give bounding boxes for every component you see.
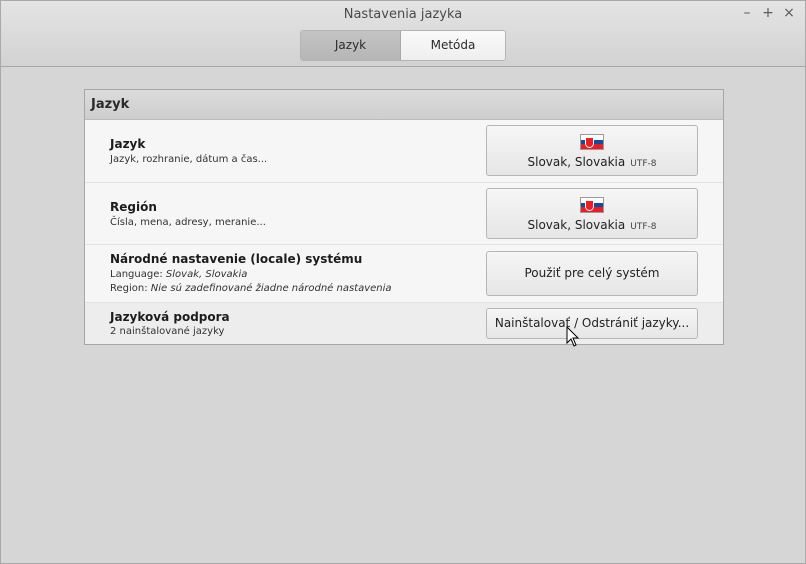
language-select-button[interactable]: Slovak, Slovakia UTF-8 — [486, 125, 698, 176]
region-encoding: UTF-8 — [630, 222, 657, 232]
system-locale-title: Národné nastavenie (locale) systému — [110, 252, 363, 266]
system-locale-region: Region: Nie sú zadefinované žiadne národ… — [110, 283, 392, 294]
minimize-icon[interactable]: – — [738, 4, 756, 22]
language-row-title: Jazyk — [110, 137, 146, 151]
mouse-cursor-icon — [566, 326, 580, 347]
language-panel: Jazyk Jazyk Jazyk, rozhranie, dátum a ča… — [84, 89, 724, 345]
region-select-label: Slovak, Slovakia — [527, 218, 626, 232]
region-prefix: Region: — [110, 283, 148, 294]
language-prefix: Language: — [110, 269, 163, 280]
language-support-subtitle: 2 nainštalované jazyky — [110, 326, 225, 337]
region-select-button[interactable]: Slovak, Slovakia UTF-8 — [486, 188, 698, 239]
region-value: Nie sú zadefinované žiadne národné nasta… — [150, 283, 392, 294]
language-value: Slovak, Slovakia — [165, 269, 248, 280]
region-row: Región Čísla, mena, adresy, meranie... S… — [85, 183, 723, 245]
language-support-row: Jazyková podpora 2 nainštalované jazyky … — [85, 303, 723, 344]
language-settings-window: Nastavenia jazyka – + × Jazyk Metóda vst… — [0, 0, 806, 564]
apply-system-wide-button[interactable]: Použiť pre celý systém — [486, 251, 698, 296]
language-encoding: UTF-8 — [630, 159, 657, 169]
window-title: Nastavenia jazyka — [343, 7, 463, 22]
language-support-title: Jazyková podpora — [110, 310, 230, 324]
close-icon[interactable]: × — [780, 4, 798, 22]
language-row: Jazyk Jazyk, rozhranie, dátum a čas... S… — [85, 121, 723, 183]
sk-flag-icon — [580, 134, 604, 150]
tab-input-method[interactable]: Metóda vstupu — [401, 31, 505, 60]
region-row-subtitle: Čísla, mena, adresy, meranie... — [110, 217, 266, 228]
region-row-title: Región — [110, 200, 157, 214]
language-select-label: Slovak, Slovakia — [527, 155, 626, 169]
sk-flag-icon — [580, 197, 604, 213]
panel-header: Jazyk — [85, 90, 723, 120]
tab-bar: Jazyk Metóda vstupu — [300, 30, 506, 61]
maximize-icon[interactable]: + — [759, 4, 777, 22]
system-locale-row: Národné nastavenie (locale) systému Lang… — [85, 245, 723, 303]
tab-language[interactable]: Jazyk — [301, 31, 401, 60]
install-remove-languages-button[interactable]: Nainštalovať / Odstrániť jazyky... — [486, 308, 698, 339]
language-row-subtitle: Jazyk, rozhranie, dátum a čas... — [110, 154, 268, 165]
system-locale-language: Language: Slovak, Slovakia — [110, 269, 247, 280]
title-bar: Nastavenia jazyka – + × Jazyk Metóda vst… — [1, 1, 805, 67]
